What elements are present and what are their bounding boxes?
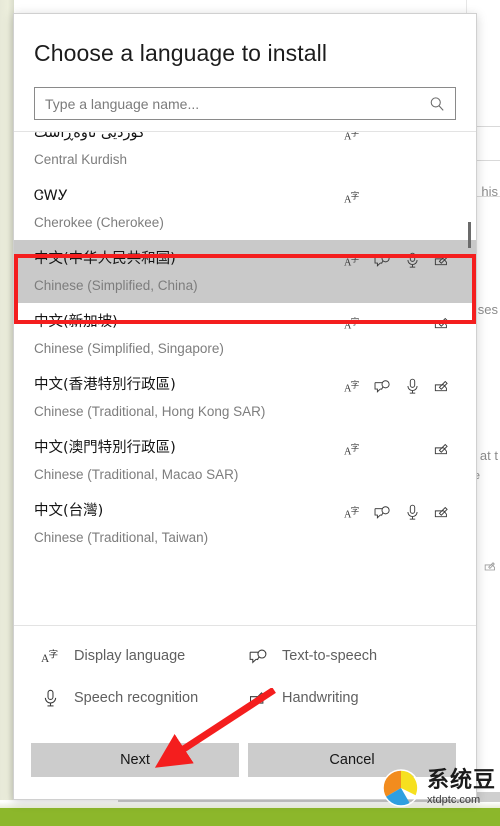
background-text-fragment: his: [481, 184, 498, 199]
watermark-logo-icon: [382, 769, 420, 807]
svg-text:字: 字: [351, 190, 360, 201]
language-feature-icons: A字: [343, 131, 452, 144]
watermark-url: xtdptc.com: [426, 794, 481, 806]
display-language-icon: A字: [343, 503, 362, 521]
language-row[interactable]: کوردیی ناوەڕاست Central Kurdish A 字: [14, 131, 476, 177]
dialog-title: Choose a language to install: [34, 40, 328, 66]
feature-slot-empty: [433, 188, 452, 206]
watermark: 系统豆 xtdptc.com: [381, 768, 496, 808]
handwriting-icon: [433, 440, 452, 458]
text-to-speech-icon: [248, 646, 268, 666]
legend-label: Handwriting: [282, 690, 359, 706]
language-search-box[interactable]: [34, 87, 456, 120]
legend-item: Speech recognition: [40, 688, 248, 708]
desktop-green-band: [0, 808, 500, 826]
feature-slot-empty: [403, 132, 422, 143]
svg-text:字: 字: [48, 648, 58, 660]
legend-item: Handwriting: [248, 688, 456, 708]
svg-text:字: 字: [351, 442, 360, 453]
language-row-selected[interactable]: 中文(中华人民共和国) Chinese (Simplified, China) A 字: [14, 240, 476, 303]
language-row[interactable]: ᏣᎳᎩ Cherokee (Cherokee) A 字: [14, 177, 476, 240]
speech-recognition-icon: [403, 377, 422, 395]
language-list-scrollbar[interactable]: [468, 132, 474, 625]
language-row[interactable]: 中文(澳門特別行政區) Chinese (Traditional, Macao S…: [14, 429, 476, 492]
language-list: کوردیی ناوەڕاست Central Kurdish A 字 ᏣᎳᎩ Chero…: [14, 131, 476, 555]
text-to-speech-icon: [373, 377, 392, 395]
legend-label: Text-to-speech: [282, 648, 378, 664]
language-feature-icons: A字: [343, 439, 452, 459]
display-language-icon: A字: [343, 377, 362, 395]
handwriting-icon: [248, 688, 268, 708]
language-english-name: Cherokee (Cherokee): [34, 215, 164, 230]
handwriting-icon: [433, 314, 452, 332]
speech-recognition-icon: [40, 688, 60, 708]
feature-slot-empty: [403, 188, 422, 206]
handwriting-icon: [433, 377, 452, 395]
search-icon[interactable]: [429, 96, 455, 112]
search-input[interactable]: [35, 88, 429, 119]
display-language-icon: A字: [40, 646, 60, 666]
scrollbar-thumb[interactable]: [468, 222, 471, 248]
display-language-icon: A字: [343, 440, 362, 458]
language-feature-icons: A字: [343, 250, 452, 270]
language-row[interactable]: 中文(新加坡) Chinese (Simplified, Singapore) A 字: [14, 303, 476, 366]
language-english-name: Chinese (Traditional, Taiwan): [34, 530, 209, 545]
language-feature-icons: A字: [343, 502, 452, 522]
svg-text:字: 字: [351, 505, 360, 516]
display-language-icon: A字: [343, 188, 362, 206]
svg-text:字: 字: [351, 379, 360, 390]
language-list-region[interactable]: کوردیی ناوەڕاست Central Kurdish A 字 ᏣᎳᎩ Chero…: [14, 131, 476, 625]
handwriting-icon: [433, 251, 452, 269]
feature-slot-empty: [373, 188, 392, 206]
language-row[interactable]: 中文(香港特別行政區) Chinese (Traditional, Hong Ko…: [14, 366, 476, 429]
feature-slot-empty: [403, 440, 422, 458]
display-language-icon: A字: [343, 131, 362, 143]
legend-label: Display language: [74, 648, 186, 664]
svg-text:字: 字: [351, 253, 360, 264]
text-to-speech-icon: [373, 251, 392, 269]
feature-slot-empty: [403, 314, 422, 332]
speech-recognition-icon: [403, 503, 422, 521]
feature-slot-empty: [373, 314, 392, 332]
display-language-icon: A字: [343, 251, 362, 269]
watermark-name: 系统豆: [426, 768, 496, 793]
display-language-icon: A字: [343, 314, 362, 332]
language-english-name: Central Kurdish: [34, 152, 128, 167]
svg-text:字: 字: [351, 316, 360, 327]
choose-language-dialog: Choose a language to install کوردیی ناوە…: [13, 13, 477, 800]
speech-recognition-icon: [403, 251, 422, 269]
language-feature-icons: A字: [343, 313, 452, 333]
language-feature-icons: A字: [343, 187, 452, 207]
svg-text:字: 字: [351, 131, 360, 138]
language-english-name: Chinese (Traditional, Hong Kong SAR): [34, 404, 266, 419]
legend-item: Text-to-speech: [248, 646, 456, 666]
feature-legend: A 字 Display language Text-to-speech Speech r…: [14, 625, 476, 718]
legend-label: Speech recognition: [74, 690, 199, 706]
language-row[interactable]: 中文(台灣) Chinese (Traditional, Taiwan) A 字: [14, 492, 476, 555]
feature-slot-empty: [433, 132, 452, 143]
language-english-name: Chinese (Simplified, Singapore): [34, 341, 224, 356]
language-feature-icons: A字: [343, 376, 452, 396]
legend-item: A 字 Display language: [40, 646, 248, 666]
language-english-name: Chinese (Simplified, China): [34, 278, 198, 293]
feature-slot-empty: [373, 440, 392, 458]
desktop-left-strip: [0, 0, 14, 800]
text-to-speech-icon: [373, 503, 392, 521]
handwriting-icon: [484, 560, 498, 576]
background-text-fragment: ses: [477, 302, 498, 317]
handwriting-icon: [433, 503, 452, 521]
background-text-fragment: at t: [479, 448, 498, 463]
feature-slot-empty: [373, 132, 392, 143]
language-english-name: Chinese (Traditional, Macao SAR): [34, 467, 239, 482]
next-button[interactable]: Next: [31, 743, 239, 777]
